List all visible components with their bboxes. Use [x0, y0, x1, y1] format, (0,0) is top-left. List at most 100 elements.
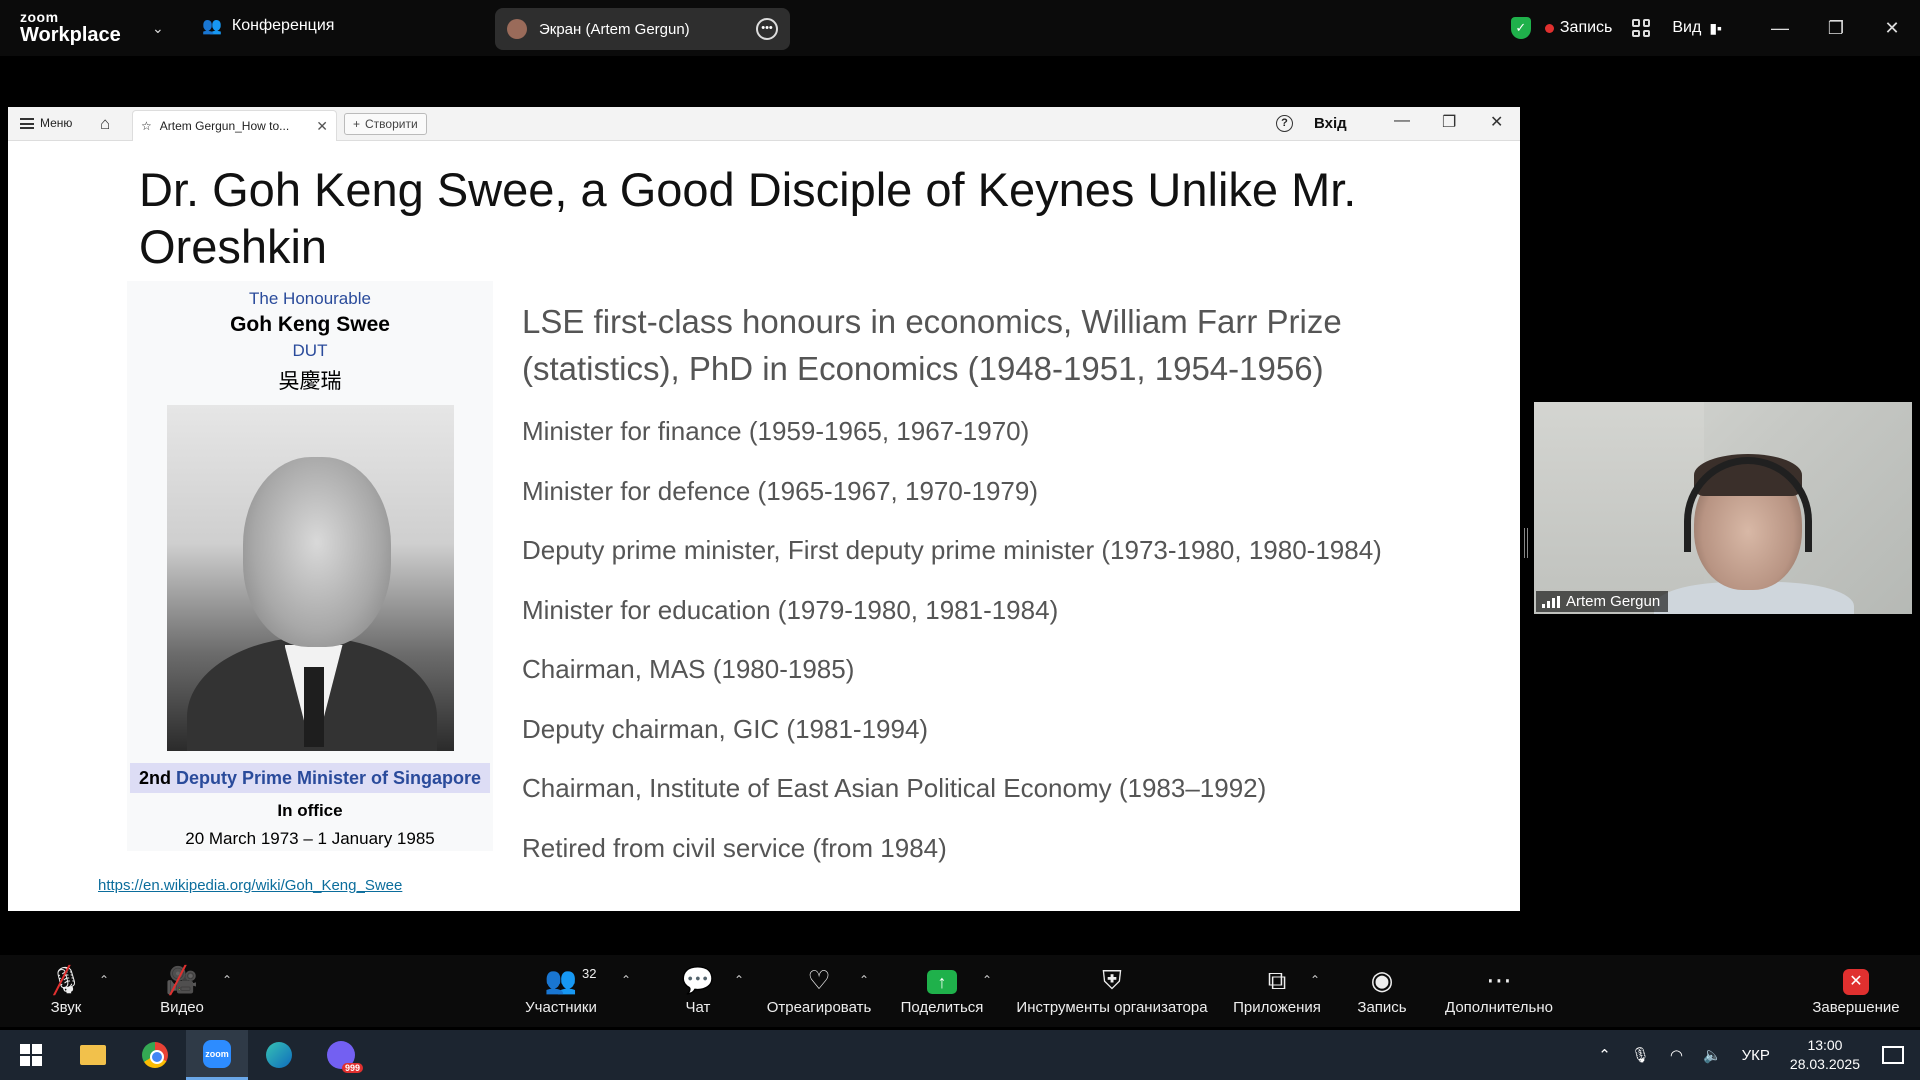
tab-title: Artem Gergun_How to...	[159, 119, 290, 133]
host-shield-icon: ⛨	[1102, 965, 1122, 995]
clock[interactable]: 13:00 28.03.2025	[1790, 1036, 1860, 1074]
participants-caret-icon[interactable]: ⌃	[621, 973, 631, 987]
chrome-button[interactable]	[124, 1030, 186, 1080]
record-label: Запись	[1357, 999, 1407, 1016]
zoom-workplace-logo[interactable]: zoom Workplace	[20, 10, 121, 45]
participant-name: Artem Gergun	[1566, 593, 1661, 610]
more-button[interactable]: ⋯ Дополнительно	[1442, 963, 1556, 1016]
zoom-app-icon: zoom	[203, 1039, 231, 1068]
chat-label: Чат	[685, 999, 711, 1016]
language-indicator[interactable]: УКР	[1742, 1047, 1770, 1064]
create-new-button[interactable]: + Створити	[344, 113, 427, 135]
zoom-top-bar: zoom Workplace ⌄ 👥 Конференция Экран (Ar…	[0, 0, 1920, 56]
minimize-icon[interactable]: —	[1752, 18, 1808, 39]
list-item: Minister for education (1979-1980, 1981-…	[522, 594, 1059, 625]
view-button[interactable]: Вид	[1672, 19, 1701, 37]
plus-icon: +	[353, 117, 361, 131]
gallery-grid-icon[interactable]	[1632, 19, 1651, 37]
windows-taskbar: zoom 999 ⌃ 🎙 ◠ 🔈 УКР 13:00 28.03.2025	[0, 1030, 1920, 1080]
browser-minimize-icon[interactable]: —	[1394, 112, 1410, 130]
star-icon[interactable]: ☆	[141, 119, 152, 133]
menu-button[interactable]: Меню	[20, 116, 72, 130]
video-options-caret-icon[interactable]: ⌃	[222, 973, 232, 987]
zoom-taskbar-button[interactable]: zoom	[186, 1030, 248, 1080]
security-shield-icon[interactable]: ✓	[1510, 17, 1531, 39]
volume-icon[interactable]: 🔈	[1703, 1046, 1722, 1064]
meeting-info-button[interactable]: 👥 Конференция	[202, 16, 334, 36]
browser-maximize-icon[interactable]: ❐	[1442, 112, 1456, 132]
wifi-icon[interactable]: ◠	[1670, 1046, 1683, 1064]
signal-strength-icon	[1542, 595, 1560, 608]
clock-date: 28.03.2025	[1789, 1056, 1860, 1072]
portrait-photo	[166, 405, 454, 751]
chevron-up-icon[interactable]: ⌃	[1598, 1046, 1611, 1064]
participants-button[interactable]: 👥 32 Участники	[520, 963, 602, 1016]
top-right-controls: ✓ Запись Вид ▮▪ — ❐ ✕	[1510, 0, 1920, 56]
share-caret-icon[interactable]: ⌃	[982, 973, 992, 987]
recording-label[interactable]: Запись	[1560, 19, 1613, 37]
system-tray: ⌃ 🎙 ◠ 🔈 УКР 13:00 28.03.2025	[1598, 1030, 1920, 1080]
login-button[interactable]: Вхід	[1314, 115, 1347, 132]
chat-icon: 💬	[681, 965, 715, 995]
start-button[interactable]	[0, 1030, 62, 1080]
apps-caret-icon[interactable]: ⌃	[1310, 973, 1320, 987]
share-arrow-icon: ↑	[927, 970, 957, 995]
more-dots-icon: ⋯	[1486, 965, 1512, 995]
screen-share-indicator[interactable]: Экран (Artem Gergun) •••	[495, 8, 790, 50]
presentation-slide: Dr. Goh Keng Swee, a Good Disciple of Ke…	[81, 141, 1446, 911]
help-icon[interactable]: ?	[1276, 115, 1293, 132]
participant-name-tag: Artem Gergun	[1536, 591, 1669, 612]
tab-close-icon[interactable]: ✕	[316, 118, 328, 135]
shared-screen-window: Меню ⌂ ☆ Artem Gergun_How to... ✕ + Ство…	[8, 107, 1520, 911]
view-layout-icon[interactable]: ▮▪	[1709, 20, 1722, 37]
file-explorer-button[interactable]	[62, 1030, 124, 1080]
notifications-icon[interactable]	[1882, 1046, 1904, 1064]
home-icon[interactable]: ⌂	[100, 114, 110, 134]
infobox-chinese-name: 吳慶瑞	[278, 369, 342, 393]
infobox-postnominal: DUT	[292, 341, 328, 360]
role-ordinal: 2nd	[138, 768, 171, 788]
panel-resize-handle[interactable]	[1524, 528, 1528, 558]
heart-icon: ♡	[807, 965, 831, 995]
career-list: Minister for finance (1959-1965, 1967-19…	[522, 416, 1442, 892]
edge-button[interactable]	[248, 1030, 310, 1080]
more-options-icon[interactable]: •••	[756, 18, 778, 40]
infobox-name: Goh Keng Swee	[230, 313, 390, 336]
react-caret-icon[interactable]: ⌃	[859, 973, 869, 987]
participants-label: Участники	[525, 999, 597, 1016]
close-icon[interactable]: ✕	[1864, 18, 1920, 39]
audio-options-caret-icon[interactable]: ⌃	[99, 973, 109, 987]
hamburger-icon	[20, 117, 34, 129]
restore-icon[interactable]: ❐	[1808, 18, 1864, 39]
more-label: Дополнительно	[1445, 999, 1553, 1016]
wikipedia-infobox: The Honourable Goh Keng Swee DUT 吳慶瑞 2nd…	[127, 281, 493, 851]
folder-icon	[80, 1045, 106, 1065]
list-item: Minister for defence (1965-1967, 1970-19…	[522, 475, 1038, 506]
people-icon: 👥	[202, 18, 222, 35]
react-button[interactable]: ♡ Отреагировать	[764, 963, 874, 1016]
list-item: Chairman, MAS (1980-1985)	[522, 654, 855, 684]
record-button[interactable]: ◉ Запись	[1356, 963, 1408, 1016]
source-link[interactable]: https://en.wikipedia.org/wiki/Goh_Keng_S…	[98, 877, 402, 894]
chat-caret-icon[interactable]: ⌃	[734, 973, 744, 987]
host-tools-button[interactable]: ⛨ Инструменты организатора	[1014, 963, 1210, 1016]
participant-video-tile[interactable]: Artem Gergun	[1534, 402, 1912, 614]
slide-title: Dr. Goh Keng Swee, a Good Disciple of Ke…	[139, 163, 1357, 273]
viber-button[interactable]: 999	[310, 1030, 372, 1080]
apps-button[interactable]: ⧉ Приложения	[1230, 963, 1324, 1016]
browser-close-icon[interactable]: ✕	[1490, 112, 1503, 132]
share-screen-button[interactable]: ↑ Поделиться	[898, 963, 986, 1016]
react-label: Отреагировать	[766, 999, 872, 1016]
infobox-role: 2nd Deputy Prime Minister of Singapore	[130, 763, 490, 793]
participants-icon: 👥 32	[520, 963, 602, 997]
end-meeting-button[interactable]: ✕ Завершение	[1810, 963, 1902, 1016]
chevron-down-icon[interactable]: ⌄	[152, 20, 164, 37]
audio-button[interactable]: 🎙 ╱ Звук	[40, 963, 92, 1016]
video-button[interactable]: 🎥 ╱ Видео	[156, 963, 208, 1016]
document-tab[interactable]: ☆ Artem Gergun_How to... ✕	[132, 110, 337, 141]
role-link[interactable]: Deputy Prime Minister of Singapore	[176, 768, 481, 788]
chat-button[interactable]: 💬 Чат	[675, 963, 721, 1016]
microphone-icon[interactable]: 🎙	[1631, 1046, 1650, 1064]
end-label: Завершение	[1812, 999, 1900, 1016]
share-label: Экран (Artem Gergun)	[539, 20, 690, 38]
